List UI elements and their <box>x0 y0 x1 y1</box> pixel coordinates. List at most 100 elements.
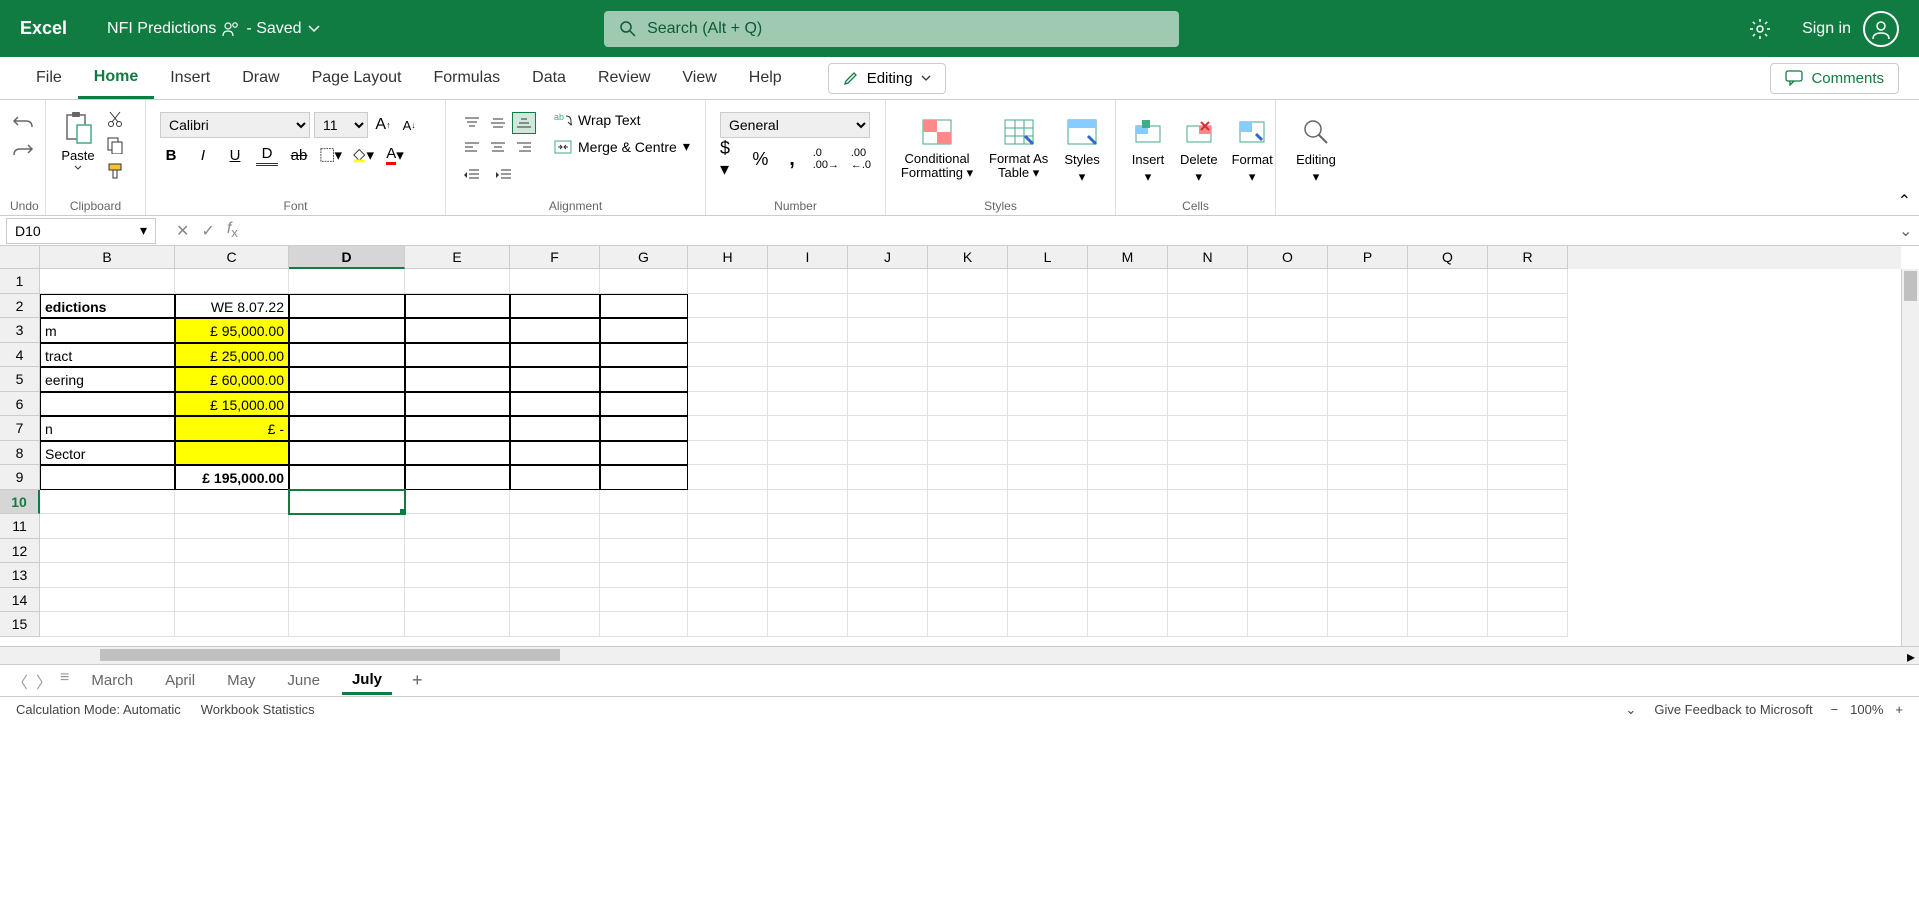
tab-page-layout[interactable]: Page Layout <box>296 59 418 97</box>
fill-color-button[interactable]: ▾ <box>352 144 374 166</box>
cell-B8[interactable]: Sector <box>40 441 175 466</box>
enter-formula-button[interactable]: ✓ <box>201 221 214 241</box>
cell-M10[interactable] <box>1088 490 1168 515</box>
file-name-group[interactable]: NFI Predictions - Saved <box>107 20 320 38</box>
cell-P9[interactable] <box>1328 465 1408 490</box>
cell-D6[interactable] <box>289 392 405 417</box>
cell-styles-button[interactable]: Styles ▾ <box>1060 110 1104 189</box>
cell-R1[interactable] <box>1488 269 1568 294</box>
cell-K12[interactable] <box>928 539 1008 564</box>
cell-B9[interactable] <box>40 465 175 490</box>
collapse-ribbon-button[interactable]: ⌃ <box>1898 191 1911 211</box>
cell-P5[interactable] <box>1328 367 1408 392</box>
cell-G11[interactable] <box>600 514 688 539</box>
cell-H14[interactable] <box>688 588 768 613</box>
cell-H6[interactable] <box>688 392 768 417</box>
column-header-F[interactable]: F <box>510 246 600 269</box>
tab-help[interactable]: Help <box>733 59 798 97</box>
cell-D12[interactable] <box>289 539 405 564</box>
cell-I9[interactable] <box>768 465 848 490</box>
zoom-in-button[interactable]: + <box>1895 702 1903 717</box>
cell-P2[interactable] <box>1328 294 1408 319</box>
align-bottom-button[interactable] <box>512 112 536 134</box>
cell-L13[interactable] <box>1008 563 1088 588</box>
row-header-12[interactable]: 12 <box>0 539 40 564</box>
column-header-P[interactable]: P <box>1328 246 1408 269</box>
increase-indent-button[interactable] <box>492 164 514 186</box>
cell-J14[interactable] <box>848 588 928 613</box>
cell-L2[interactable] <box>1008 294 1088 319</box>
cell-R4[interactable] <box>1488 343 1568 368</box>
cell-F3[interactable] <box>510 318 600 343</box>
shrink-font-button[interactable]: A↓ <box>398 114 420 136</box>
cell-O8[interactable] <box>1248 441 1328 466</box>
wrap-text-button[interactable]: ab Wrap Text <box>554 112 690 128</box>
cell-J13[interactable] <box>848 563 928 588</box>
cell-N9[interactable] <box>1168 465 1248 490</box>
cell-K10[interactable] <box>928 490 1008 515</box>
paste-button[interactable]: Paste <box>56 106 100 174</box>
spreadsheet-grid[interactable]: BCDEFGHIJKLMNOPQR 123456789101112131415 … <box>0 246 1919 646</box>
row-header-2[interactable]: 2 <box>0 294 40 319</box>
sheet-tab-april[interactable]: April <box>155 668 205 693</box>
cell-K8[interactable] <box>928 441 1008 466</box>
cell-D5[interactable] <box>289 367 405 392</box>
scroll-right-button[interactable]: ▸ <box>1907 647 1915 664</box>
cell-M5[interactable] <box>1088 367 1168 392</box>
decrease-indent-button[interactable] <box>460 164 482 186</box>
column-header-E[interactable]: E <box>405 246 510 269</box>
redo-button[interactable] <box>12 142 34 158</box>
zoom-out-button[interactable]: − <box>1831 702 1839 717</box>
cell-E7[interactable] <box>405 416 510 441</box>
row-header-13[interactable]: 13 <box>0 563 40 588</box>
cell-O9[interactable] <box>1248 465 1328 490</box>
borders-button[interactable]: ▾ <box>320 144 342 166</box>
row-header-15[interactable]: 15 <box>0 612 40 637</box>
cell-R5[interactable] <box>1488 367 1568 392</box>
row-header-6[interactable]: 6 <box>0 392 40 417</box>
cell-L6[interactable] <box>1008 392 1088 417</box>
cell-L5[interactable] <box>1008 367 1088 392</box>
cell-J8[interactable] <box>848 441 928 466</box>
column-header-J[interactable]: J <box>848 246 928 269</box>
cell-J4[interactable] <box>848 343 928 368</box>
cell-F9[interactable] <box>510 465 600 490</box>
cell-J15[interactable] <box>848 612 928 637</box>
cell-O12[interactable] <box>1248 539 1328 564</box>
cell-B14[interactable] <box>40 588 175 613</box>
cell-L1[interactable] <box>1008 269 1088 294</box>
cancel-formula-button[interactable]: ✕ <box>176 221 189 241</box>
cut-button[interactable] <box>106 110 124 128</box>
cell-J12[interactable] <box>848 539 928 564</box>
cell-B7[interactable]: n <box>40 416 175 441</box>
cell-K9[interactable] <box>928 465 1008 490</box>
cell-Q1[interactable] <box>1408 269 1488 294</box>
cell-C7[interactable]: £ - <box>175 416 289 441</box>
cell-K6[interactable] <box>928 392 1008 417</box>
cell-R6[interactable] <box>1488 392 1568 417</box>
cell-C14[interactable] <box>175 588 289 613</box>
editing-mode-button[interactable]: Editing <box>828 63 946 94</box>
number-format-select[interactable]: General <box>720 112 870 138</box>
cell-M12[interactable] <box>1088 539 1168 564</box>
cell-M13[interactable] <box>1088 563 1168 588</box>
cell-H1[interactable] <box>688 269 768 294</box>
cell-N4[interactable] <box>1168 343 1248 368</box>
cell-M7[interactable] <box>1088 416 1168 441</box>
increase-decimal-button[interactable]: .0.00→ <box>815 148 837 170</box>
cell-E3[interactable] <box>405 318 510 343</box>
fx-icon[interactable]: fx <box>227 220 238 240</box>
cell-B1[interactable] <box>40 269 175 294</box>
cell-P13[interactable] <box>1328 563 1408 588</box>
sheet-tab-july[interactable]: July <box>342 667 392 695</box>
bold-button[interactable]: B <box>160 144 182 166</box>
cell-C2[interactable]: WE 8.07.22 <box>175 294 289 319</box>
cell-H2[interactable] <box>688 294 768 319</box>
cell-L12[interactable] <box>1008 539 1088 564</box>
cell-Q13[interactable] <box>1408 563 1488 588</box>
cell-M3[interactable] <box>1088 318 1168 343</box>
cell-H9[interactable] <box>688 465 768 490</box>
cell-R3[interactable] <box>1488 318 1568 343</box>
row-header-1[interactable]: 1 <box>0 269 40 294</box>
cell-M14[interactable] <box>1088 588 1168 613</box>
